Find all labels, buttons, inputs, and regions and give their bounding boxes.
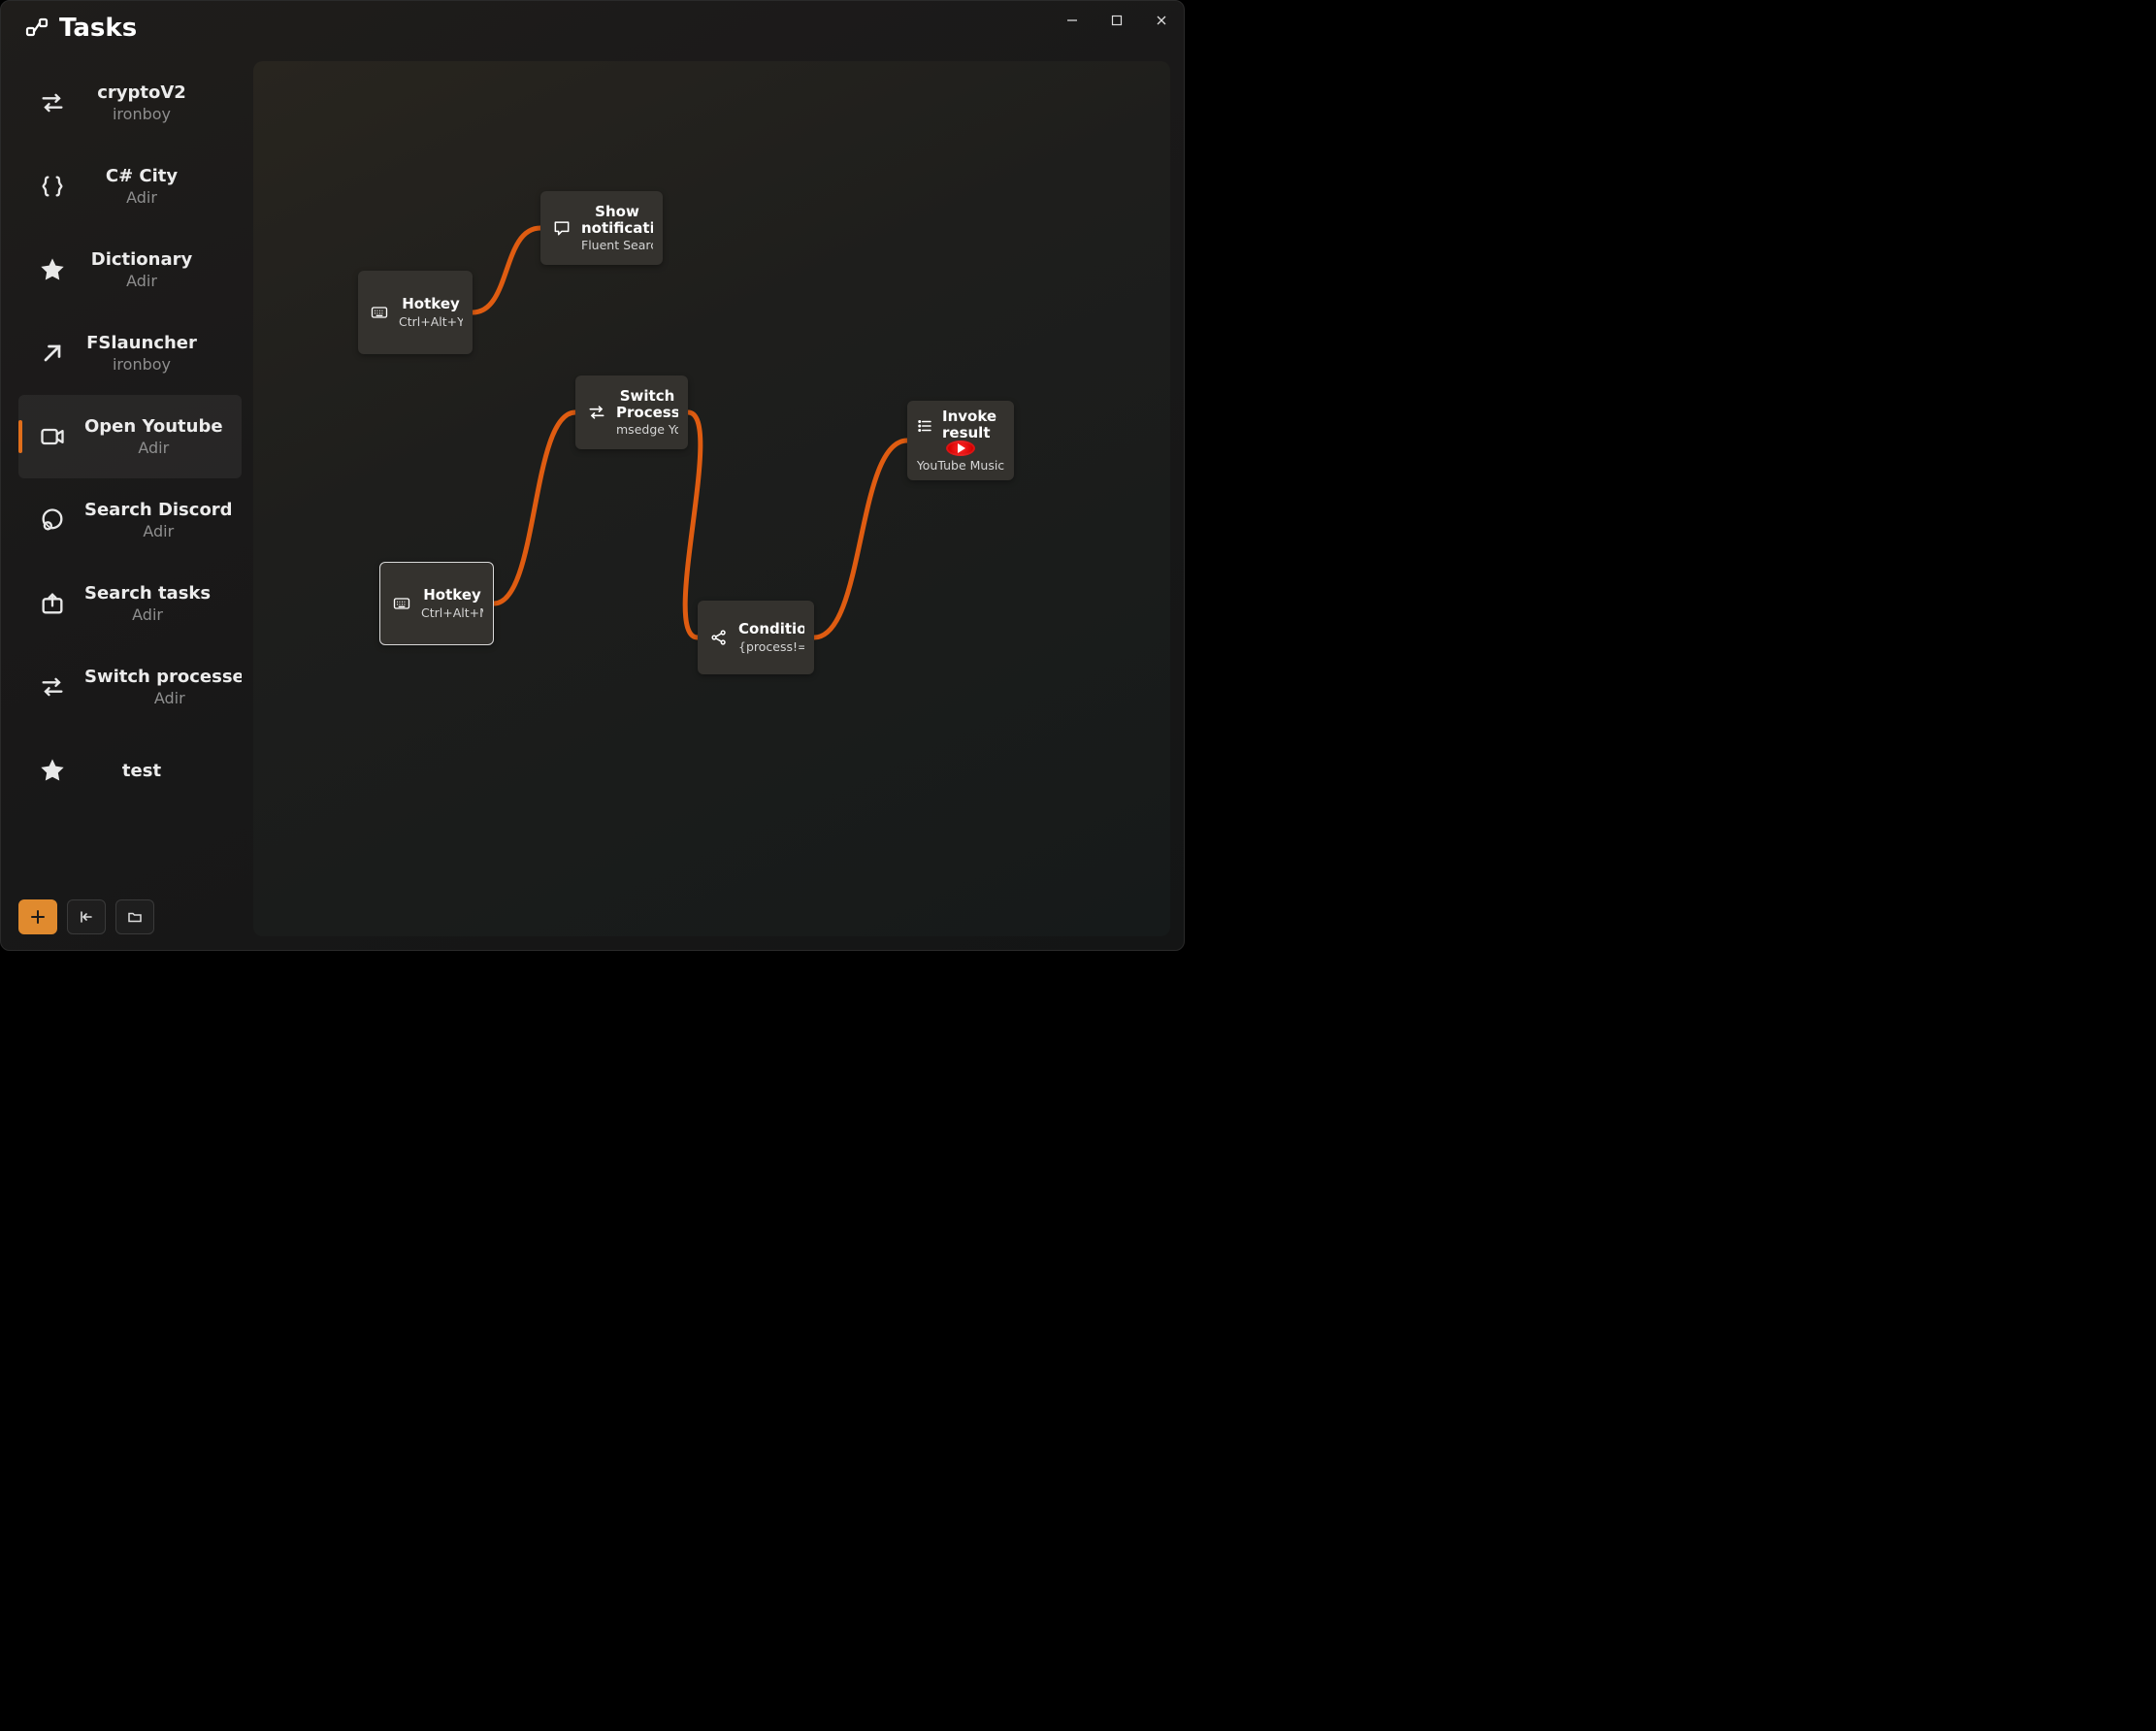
sidebar-item-subtitle: Adir — [84, 522, 233, 540]
keyboard-icon — [390, 592, 413, 615]
node-title: Condition — [738, 621, 804, 637]
node-subtitle: YouTube Music — [917, 458, 1004, 473]
sidebar-item[interactable]: Search Discord Adir — [18, 478, 242, 562]
node-title: Show notification — [581, 204, 653, 236]
flow-node[interactable]: Hotkey Ctrl+Alt+Y — [358, 271, 473, 354]
flow-edge — [494, 412, 575, 604]
swap-icon — [36, 86, 69, 119]
sidebar-item-title: FSlauncher — [84, 333, 199, 353]
node-title: Invoke result — [942, 408, 1008, 441]
sidebar-item[interactable]: FSlauncher ironboy — [18, 311, 242, 395]
node-title: Hotkey — [421, 587, 483, 604]
sidebar-item-subtitle: Adir — [84, 188, 199, 207]
close-button[interactable] — [1139, 1, 1184, 40]
flow-node[interactable]: Switch Process msedge YouTube — [575, 376, 688, 449]
edge-layer — [253, 61, 1170, 936]
import-button[interactable] — [67, 899, 106, 934]
sidebar-item-title: Open Youtube — [84, 416, 223, 437]
sidebar-item[interactable]: Dictionary Adir — [18, 228, 242, 311]
app-title: Tasks — [59, 14, 137, 43]
sidebar-item-title: C# City — [84, 166, 199, 186]
sidebar-item-subtitle: Adir — [84, 439, 223, 457]
node-subtitle: Ctrl+Alt+Y — [399, 314, 463, 329]
sidebar-item[interactable]: test — [18, 729, 242, 812]
list-icon — [913, 414, 936, 438]
swap-icon — [585, 401, 608, 424]
sidebar-item[interactable]: Switch processes Adir — [18, 645, 242, 729]
titlebar: Tasks — [1, 1, 1184, 55]
node-subtitle: {process!=null} — [738, 639, 804, 654]
maximize-button[interactable] — [1094, 1, 1139, 40]
add-task-button[interactable] — [18, 899, 57, 934]
node-subtitle: Ctrl+Alt+M — [421, 605, 483, 620]
chat-search-icon — [36, 504, 69, 537]
flow-node[interactable]: HotkeyCtrl+Alt+M — [379, 562, 494, 645]
sidebar-item[interactable]: Open Youtube Adir — [18, 395, 242, 478]
flow-edge — [814, 441, 907, 637]
upload-box-icon — [36, 587, 69, 620]
node-title: Hotkey — [399, 296, 463, 312]
sidebar-item-title: test — [84, 761, 199, 781]
sidebar-item[interactable]: C# City Adir — [18, 145, 242, 228]
flow-node[interactable]: Condition {process!=null} — [698, 601, 814, 674]
node-subtitle: msedge YouTube — [616, 422, 678, 437]
flow-canvas[interactable]: Hotkey Ctrl+Alt+Y Show notification Fluent … — [253, 61, 1170, 936]
sidebar-item-title: Search tasks — [84, 583, 211, 604]
sidebar-item-title: Switch processes — [84, 667, 242, 687]
flow-node[interactable]: Invoke result YouTube Music — [907, 401, 1014, 480]
sidebar-item-subtitle: Adir — [84, 272, 199, 290]
sidebar-item[interactable]: Search tasksAdir — [18, 562, 242, 645]
app-window: Tasks cryptoV2ironboyC# CityAdirDictiona… — [0, 0, 1185, 951]
minimize-button[interactable] — [1050, 1, 1094, 40]
flow-edge — [473, 228, 540, 312]
sidebar-item-subtitle: ironboy — [84, 105, 199, 123]
node-subtitle: Fluent Search no — [581, 238, 653, 252]
star-icon — [36, 754, 69, 787]
node-title: Switch Process — [616, 388, 678, 420]
sidebar-item-subtitle: Adir — [84, 605, 211, 624]
braces-icon — [36, 170, 69, 203]
bottom-action-bar — [18, 899, 154, 934]
sidebar-item-title: Search Discord — [84, 500, 233, 520]
sidebar-item[interactable]: cryptoV2 ironboy — [18, 61, 242, 145]
window-controls — [1050, 1, 1184, 40]
arrow-up-right-icon — [36, 337, 69, 370]
video-icon — [36, 420, 69, 453]
sidebar-item-title: cryptoV2 — [84, 82, 199, 103]
sidebar-item-subtitle: Adir — [84, 689, 242, 707]
share-icon — [707, 626, 731, 649]
keyboard-icon — [368, 301, 391, 324]
open-folder-button[interactable] — [115, 899, 154, 934]
flow-node[interactable]: Show notification Fluent Search no — [540, 191, 663, 265]
sidebar-item-subtitle: ironboy — [84, 355, 199, 374]
star-icon — [36, 253, 69, 286]
chat-icon — [550, 216, 573, 240]
sidebar-item-title: Dictionary — [84, 249, 199, 270]
app-icon — [24, 16, 49, 41]
youtube-music-icon — [946, 441, 975, 456]
task-list: cryptoV2 ironboy C# City Adir Dictionary Adir… — [18, 61, 242, 892]
swap-icon — [36, 670, 69, 703]
